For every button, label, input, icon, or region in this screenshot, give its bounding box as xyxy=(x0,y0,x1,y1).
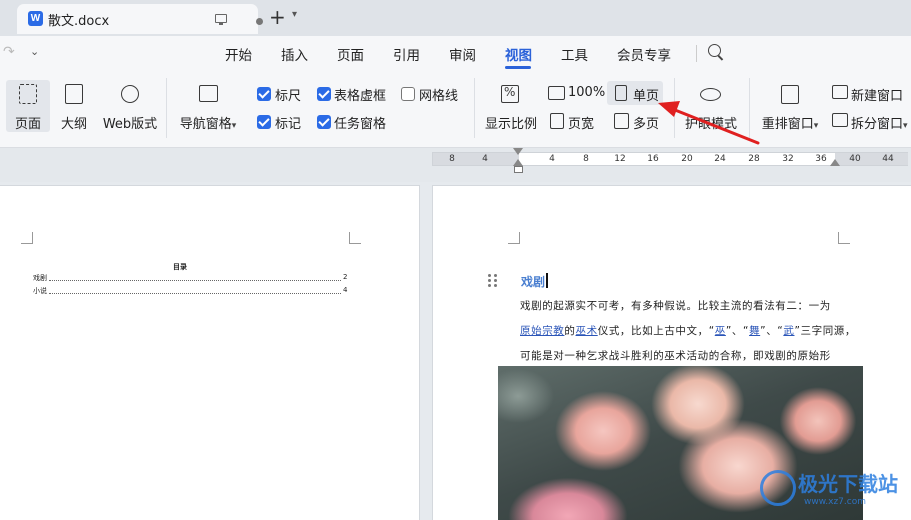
table-gridlines-label: 表格虚框 xyxy=(334,89,387,104)
paragraph-line[interactable]: 戏剧的起源实不可考，有多种假说。比较主流的看法有二：一为 xyxy=(520,298,831,313)
markup-checkbox[interactable] xyxy=(257,115,271,129)
menu-page[interactable]: 页面 xyxy=(337,44,364,64)
ruler-number: 4 xyxy=(482,154,488,164)
ruler-checkbox[interactable] xyxy=(257,87,271,101)
page-width-button[interactable]: 页宽 xyxy=(568,113,594,132)
ruler-number: 8 xyxy=(449,154,455,164)
ruler-number: 40 xyxy=(849,154,861,164)
page-left[interactable]: 目录 戏剧 2 小说 4 xyxy=(0,185,420,520)
ruler-number: 20 xyxy=(681,154,693,164)
link[interactable]: 武 xyxy=(783,325,794,337)
ruler-number: 12 xyxy=(614,154,626,164)
menu-references[interactable]: 引用 xyxy=(393,44,420,64)
toc-page-number: 2 xyxy=(343,273,348,281)
ruler-number: 44 xyxy=(882,154,894,164)
new-window-icon[interactable] xyxy=(832,85,848,99)
multi-page-icon[interactable] xyxy=(614,113,629,129)
title-bar: W 散文.docx + ▾ xyxy=(0,0,911,36)
page-view-icon xyxy=(19,84,37,104)
ruler-number: 28 xyxy=(748,154,760,164)
paragraph-drag-handle-icon[interactable] xyxy=(488,274,498,288)
zoom-100-button[interactable]: 100% xyxy=(568,85,605,100)
ruler-number: 16 xyxy=(647,154,659,164)
menu-review[interactable]: 审阅 xyxy=(449,44,476,64)
wps-writer-icon: W xyxy=(28,11,43,26)
task-pane-label: 任务窗格 xyxy=(334,117,387,132)
rearrange-windows-icon xyxy=(781,85,799,104)
menu-view[interactable]: 视图 xyxy=(505,44,532,64)
link[interactable]: 舞 xyxy=(749,325,760,337)
toc-entry[interactable]: 戏剧 xyxy=(33,273,47,283)
web-layout-button[interactable]: Web版式 xyxy=(100,80,160,132)
watermark-logo-icon xyxy=(760,470,796,506)
link[interactable]: 原始宗教 xyxy=(520,325,564,337)
menu-home[interactable]: 开始 xyxy=(225,44,252,64)
markup-label: 标记 xyxy=(275,117,302,132)
ruler-label: 标尺 xyxy=(275,89,302,104)
page-view-button[interactable]: 页面 xyxy=(6,80,50,132)
ruler-number: 4 xyxy=(549,154,555,164)
menu-member[interactable]: 会员专享 xyxy=(617,44,671,64)
toc-entry[interactable]: 小说 xyxy=(33,286,47,296)
site-watermark: 极光下载站 www.xz7.com xyxy=(760,468,910,518)
menu-insert[interactable]: 插入 xyxy=(281,44,308,64)
new-window-button[interactable]: 新建窗口 xyxy=(851,85,903,104)
actual-size-icon[interactable] xyxy=(548,86,565,100)
outline-icon xyxy=(65,84,83,104)
ribbon-divider xyxy=(474,78,475,138)
left-indent-marker[interactable] xyxy=(514,166,523,173)
ruler-area: 8 4 4 8 12 16 20 24 28 32 36 40 44 xyxy=(0,148,911,182)
link[interactable]: 巫术 xyxy=(576,325,598,337)
first-line-indent-marker[interactable] xyxy=(513,148,523,155)
link[interactable]: 巫 xyxy=(715,325,726,337)
search-icon[interactable] xyxy=(708,44,721,57)
new-tab-button[interactable]: + xyxy=(269,5,286,29)
ruler-number: 24 xyxy=(714,154,726,164)
table-gridlines-checkbox[interactable] xyxy=(317,87,331,101)
menu-divider xyxy=(696,45,697,62)
text-cursor xyxy=(546,273,548,288)
unsaved-dot-icon[interactable] xyxy=(256,18,263,25)
split-window-button[interactable]: 拆分窗口▾ xyxy=(851,113,908,132)
monitor-icon[interactable] xyxy=(215,14,227,25)
ribbon-divider xyxy=(166,78,167,138)
tab-title: 散文.docx xyxy=(48,14,110,29)
paragraph-line[interactable]: 原始宗教的巫术仪式，比如上古中文，“巫”、“舞”、“武”三字同源， xyxy=(520,323,856,338)
right-indent-marker[interactable] xyxy=(830,159,840,166)
ruler-number: 32 xyxy=(782,154,794,164)
single-page-icon xyxy=(615,85,627,101)
globe-icon xyxy=(121,85,139,103)
nav-pane-button[interactable]: 导航窗格▾ xyxy=(176,80,240,132)
paragraph-line[interactable]: 可能是对一种乞求战斗胜利的巫术活动的合称，即戏剧的原始形 xyxy=(520,348,831,363)
gridlines-checkbox[interactable] xyxy=(401,87,415,101)
outline-view-button[interactable]: 大纲 xyxy=(56,80,92,132)
document-heading[interactable]: 戏剧 xyxy=(521,273,545,290)
ruler-number: 36 xyxy=(815,154,827,164)
chevron-down-icon[interactable]: ▾ xyxy=(292,9,297,20)
document-tab[interactable]: W 散文.docx xyxy=(17,4,263,34)
task-pane-checkbox[interactable] xyxy=(317,115,331,129)
toc-title: 目录 xyxy=(173,263,187,271)
toc-page-number: 4 xyxy=(343,286,348,294)
hanging-indent-marker[interactable] xyxy=(513,159,523,166)
menu-tools[interactable]: 工具 xyxy=(561,44,588,64)
gridlines-label: 网格线 xyxy=(419,89,459,104)
zoom-button[interactable]: % 显示比例 xyxy=(483,80,539,132)
split-window-icon[interactable] xyxy=(832,113,848,127)
page-width-icon[interactable] xyxy=(550,113,564,129)
ruler-number: 8 xyxy=(583,154,589,164)
active-tab-indicator xyxy=(505,66,531,69)
view-ribbon: 页面 大纲 Web版式 导航窗格▾ 标尺 表格虚框 网格线 标记 任务窗格 % … xyxy=(0,70,911,148)
zoom-percent-icon: % xyxy=(501,85,519,103)
quick-access-chevron-icon[interactable]: ⌄ xyxy=(30,45,39,58)
menu-bar: ↷ ⌄ 开始 插入 页面 引用 审阅 视图 工具 会员专享 xyxy=(0,36,911,70)
redo-icon[interactable]: ↷ xyxy=(3,44,15,60)
annotation-arrow xyxy=(658,101,760,145)
nav-pane-icon xyxy=(199,85,218,102)
